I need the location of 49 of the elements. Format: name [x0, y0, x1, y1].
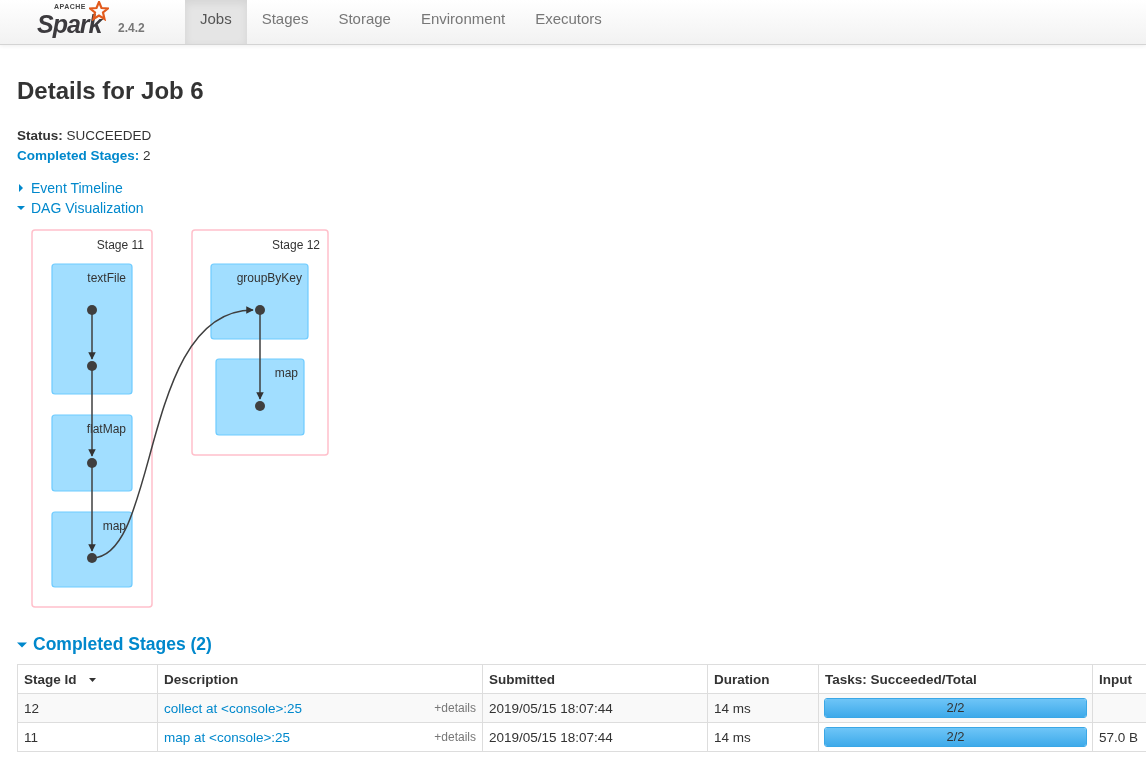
table-cell: 14 ms — [707, 722, 819, 752]
progress-text: 2/2 — [945, 728, 966, 746]
nav-tab[interactable]: Executors — [520, 0, 617, 44]
operation-label: groupByKey — [236, 271, 302, 285]
page-title: Details for Job 6 — [17, 76, 205, 106]
summary-value: 2 — [143, 148, 151, 163]
operation-label: textFile — [87, 271, 126, 285]
nav-tab[interactable]: Jobs — [185, 0, 247, 44]
progress-text: 2/2 — [945, 699, 966, 717]
rdd-node — [87, 361, 97, 371]
version-text: 2.4.2 — [118, 21, 145, 35]
logo-brand-text: Spark — [37, 10, 102, 39]
summary-label[interactable]: Completed Stages: — [17, 148, 140, 163]
rdd-node — [87, 305, 97, 315]
sort-icon[interactable] — [88, 677, 96, 682]
table-cell: 2019/05/15 18:07:44 — [482, 693, 708, 723]
caret-down-icon[interactable] — [17, 204, 25, 212]
table-cell: 57.0 B — [1099, 729, 1139, 745]
table-cell: 2019/05/15 18:07:44 — [482, 722, 708, 752]
table-cell: 11 — [17, 722, 158, 752]
table-cell: 14 ms — [707, 693, 819, 723]
section-heading[interactable]: Completed Stages (2) — [33, 634, 212, 655]
toggle-link[interactable]: DAG Visualization — [31, 198, 144, 218]
details-link[interactable]: +details — [434, 701, 476, 715]
rdd-node — [255, 305, 265, 315]
column-header[interactable]: Input — [1092, 664, 1146, 694]
operation-label: map — [102, 519, 126, 533]
stage-description-link[interactable]: collect at <console>:25 — [164, 700, 303, 716]
stage-label: Stage 12 — [271, 238, 320, 252]
nav-tab[interactable]: Stages — [246, 0, 324, 44]
caret-right-icon[interactable] — [17, 184, 25, 192]
rdd-node — [87, 553, 97, 563]
column-header[interactable]: Submitted — [482, 664, 708, 694]
rdd-node — [87, 458, 97, 468]
details-link[interactable]: +details — [434, 730, 476, 744]
column-header[interactable]: Duration — [707, 664, 819, 694]
nav-tab[interactable]: Environment — [405, 0, 521, 44]
stage-label: Stage 11 — [96, 238, 144, 252]
column-header[interactable]: Stage Id — [17, 664, 158, 694]
stage-description-link[interactable]: map at <console>:25 — [164, 729, 291, 745]
operation-label: map — [274, 366, 298, 380]
rdd-node — [255, 401, 265, 411]
column-header[interactable]: Tasks: Succeeded/Total — [818, 664, 1093, 694]
toggle-link[interactable]: Event Timeline — [31, 178, 123, 198]
summary-value: SUCCEEDED — [66, 128, 152, 143]
table-cell: 12 — [17, 693, 158, 723]
nav-tab[interactable]: Storage — [323, 0, 406, 44]
summary-label: Status: — [17, 128, 63, 143]
column-header[interactable]: Description — [157, 664, 483, 694]
